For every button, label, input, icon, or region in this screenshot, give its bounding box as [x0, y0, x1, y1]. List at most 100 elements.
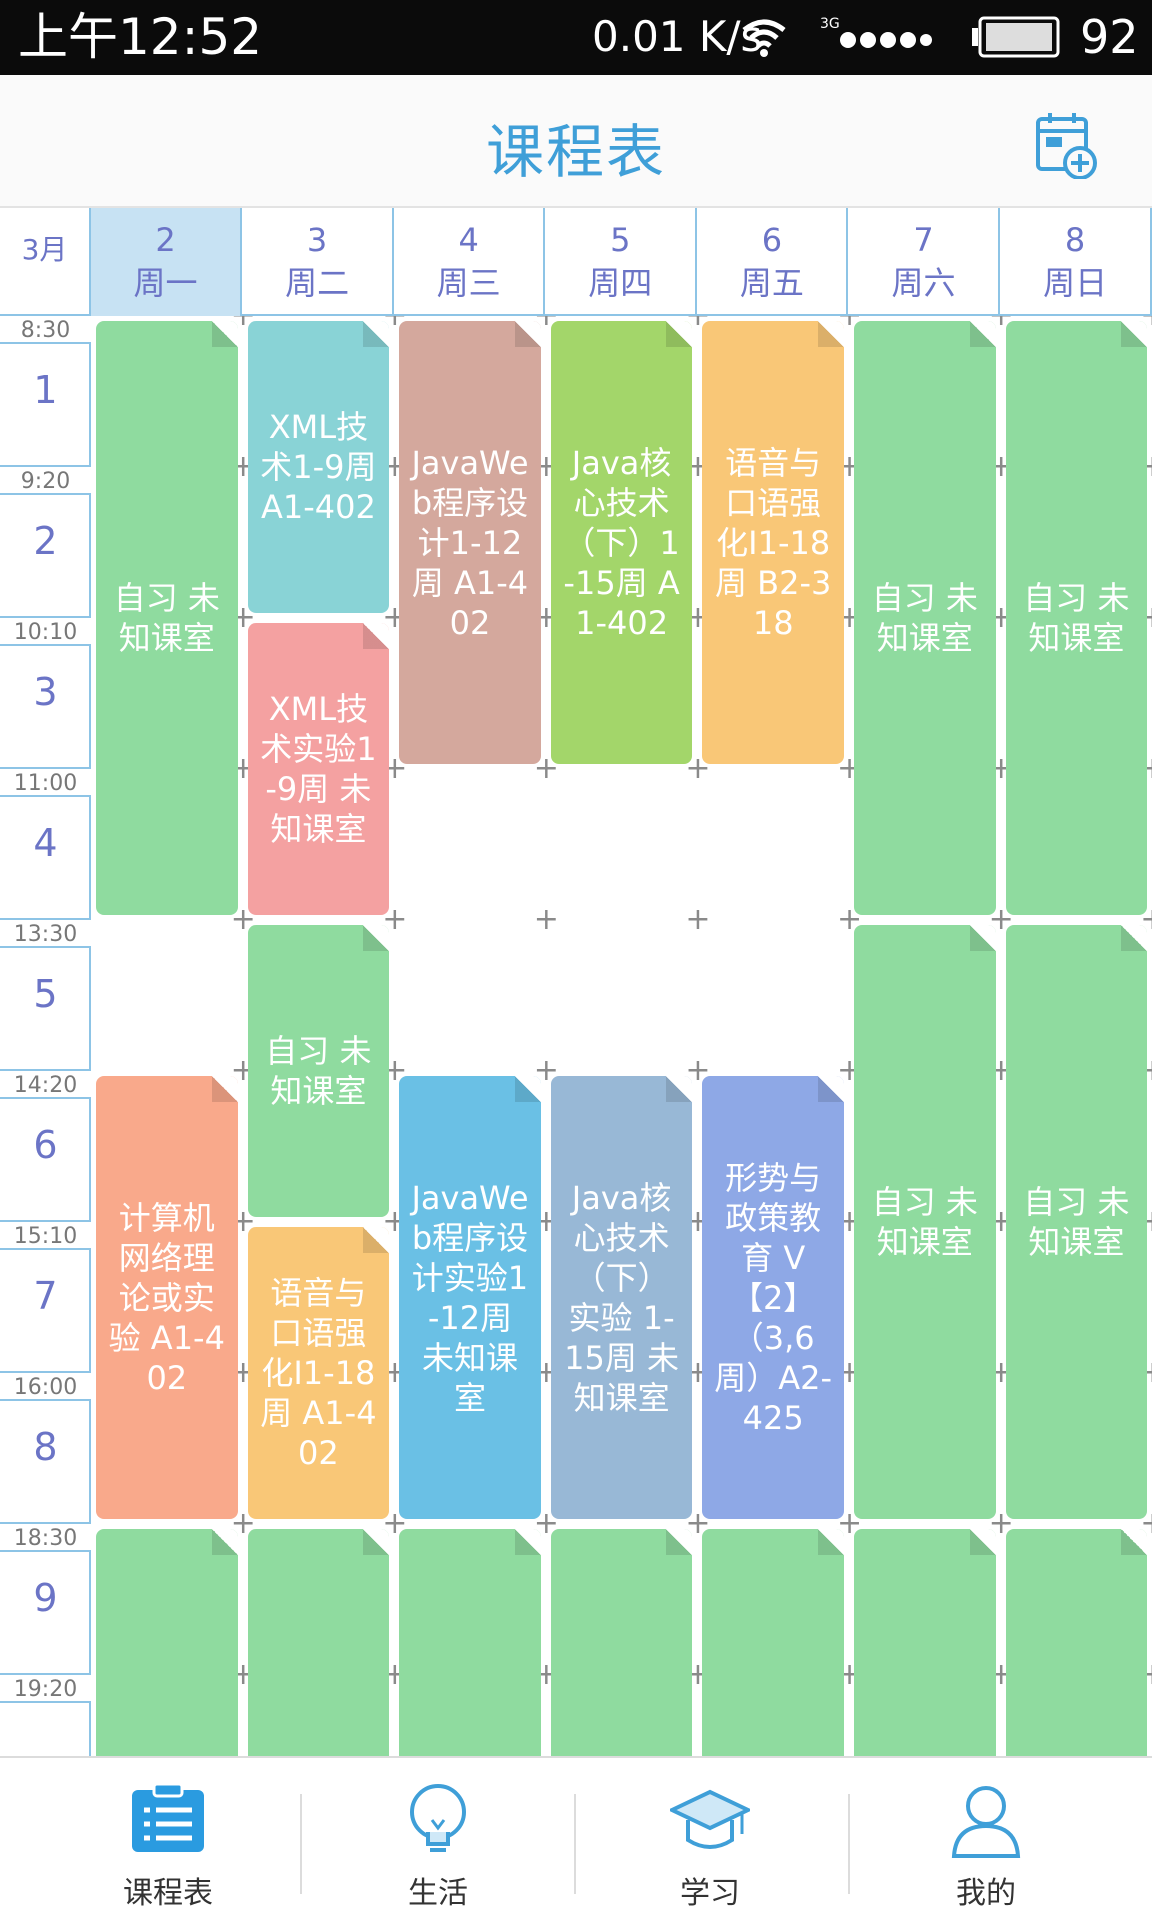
nav-label-me: 我的 [956, 1876, 1016, 1911]
course-card[interactable]: 自习 未 [550, 1529, 693, 1756]
day-weekday: 周日 [1043, 264, 1108, 302]
course-info: XML技术实验1-9周 未知课室 [260, 690, 377, 848]
wifi-icon [742, 19, 786, 57]
user-icon [951, 1786, 1021, 1858]
course-info: XML技术1-9周 A1-402 [260, 408, 377, 526]
nav-life[interactable]: 生活 [294, 1758, 582, 1920]
course-info: 自习 未知课室 [1023, 1183, 1130, 1261]
course-info: 自习 未知课室 [871, 579, 978, 657]
day-column-header: 7 周六 [849, 208, 1000, 316]
period-number: 6 [33, 1123, 58, 1167]
day-date: 8 [1064, 221, 1086, 259]
time-label: 18:30 [0, 1522, 91, 1552]
svg-text:3G: 3G [820, 16, 840, 32]
battery-icon [972, 16, 1060, 58]
time-label: 15:10 [0, 1220, 91, 1250]
time-label: 10:10 [0, 616, 91, 646]
graduation-cap-icon [670, 1789, 750, 1849]
nav-label-study: 学习 [680, 1876, 740, 1911]
day-weekday: 周一 [133, 264, 198, 302]
course-card[interactable]: JavaWeb程序设计1-12周 A1-402 [399, 321, 541, 764]
day-date: 7 [913, 221, 934, 259]
nav-me[interactable]: 我的 [842, 1758, 1130, 1920]
course-card[interactable]: 自习 未知课室 [854, 321, 996, 915]
schedule-icon [132, 1782, 204, 1852]
add-schedule-icon[interactable] [1034, 109, 1098, 179]
course-card[interactable]: 自习 未 [247, 1529, 390, 1756]
signal-icon: 3G [820, 16, 932, 48]
course-card[interactable]: XML技术实验1-9周 未知课室 [247, 623, 390, 915]
grid-add-marker: + [533, 902, 559, 937]
course-card[interactable]: 自习 未 [1005, 1529, 1148, 1756]
time-label: 11:00 [0, 767, 91, 797]
grid-add-marker: + [685, 902, 711, 937]
nav-label-schedule: 课程表 [123, 1876, 213, 1911]
day-column-header: 2 周一 [91, 208, 242, 316]
day-column-header: 3 周二 [243, 208, 394, 316]
day-column-header: 6 周五 [697, 208, 849, 316]
schedule-grid: + + + + + + + + + + + + + + + + + + + + + + + + + + + + + + + + + + + + + + + +… [91, 316, 1152, 1756]
course-card[interactable]: XML技术1-9周 A1-402 [247, 321, 390, 613]
course-card[interactable]: 自习 未 [399, 1529, 541, 1756]
course-info: 自习 未知课室 [265, 1032, 372, 1110]
nav-schedule[interactable]: 课程表 [24, 1758, 312, 1920]
course-card[interactable]: 形势与政策教育 V 【2】（3,6周）A2-425 [702, 1076, 844, 1519]
day-column-header: 8 周日 [1001, 208, 1152, 316]
status-time: 上午12:52 [18, 8, 263, 66]
course-card[interactable]: 语音与口语强化I1-18周 A1-402 [247, 1227, 390, 1519]
period-number: 4 [33, 821, 58, 865]
nav-study[interactable]: 学习 [566, 1758, 854, 1920]
course-card[interactable]: 自习 未知课室 [854, 925, 996, 1519]
course-info: Java核心技术（下）实验 1-15周 未知课室 [564, 1178, 680, 1417]
course-card[interactable]: 语音与口语强化I1-18周 B2-318 [702, 321, 844, 764]
period-number: 7 [33, 1274, 58, 1318]
day-weekday: 周四 [588, 264, 653, 302]
nav-label-life: 生活 [408, 1876, 468, 1911]
course-info: 自习 未知课室 [113, 579, 220, 657]
course-card[interactable]: 自习 未 [96, 1529, 238, 1756]
period-number: 2 [33, 519, 58, 563]
course-card[interactable]: 自习 未 [702, 1529, 844, 1756]
course-card[interactable]: 计算机网络理论或实验 A1-402 [96, 1076, 238, 1519]
period-number: 8 [33, 1425, 58, 1469]
period-number: 5 [33, 972, 58, 1016]
course-card[interactable]: 自习 未知课室 [247, 925, 390, 1217]
course-card[interactable]: Java核心技术（下）实验 1-15周 未知课室 [550, 1076, 693, 1519]
course-info: 形势与政策教育 V 【2】（3,6周）A2-425 [714, 1158, 833, 1437]
day-weekday: 周三 [436, 264, 501, 302]
course-info: 语音与口语强化I1-18周 A1-402 [260, 1274, 377, 1472]
day-column-header: 4 周三 [394, 208, 546, 316]
day-date: 5 [610, 221, 631, 259]
lightbulb-icon [410, 1784, 466, 1852]
bottom-navigation: 课程表 生活 学习 我的 [0, 1756, 1152, 1920]
day-date: 4 [458, 221, 479, 259]
course-info: 计算机网络理论或实验 A1-402 [108, 1198, 225, 1397]
day-weekday: 周五 [739, 264, 804, 302]
course-info: JavaWeb程序设计1-12周 A1-402 [411, 443, 529, 642]
course-card[interactable]: 自习 未 [854, 1529, 996, 1756]
course-info: 语音与口语强化I1-18周 B2-318 [714, 443, 832, 642]
course-card[interactable]: JavaWeb程序设计实验1-12周 未知课室 [399, 1076, 541, 1519]
app-header: 课程表 [0, 75, 1152, 208]
month-label: 3月 [0, 208, 91, 316]
course-card[interactable]: 自习 未知课室 [1005, 321, 1148, 915]
network-speed: 0.01 K/s [592, 12, 763, 61]
day-date: 6 [761, 221, 783, 259]
day-weekday: 周二 [285, 264, 350, 302]
day-column-header: 5 周四 [546, 208, 697, 316]
course-info: Java核心技术（下）1-15周 A1-402 [563, 443, 680, 642]
time-label: 13:30 [0, 918, 91, 948]
day-date: 2 [155, 221, 176, 259]
course-card[interactable]: 自习 未知课室 [1005, 925, 1148, 1519]
course-card[interactable]: 自习 未知课室 [96, 321, 238, 915]
period-number: 3 [33, 670, 58, 714]
time-label: 8:30 [0, 314, 91, 344]
page-title: 课程表 [485, 118, 666, 186]
battery-level: 92 [1080, 10, 1139, 64]
week-day-header: 3月 2 周一 3 周二 4 周三 5 周四 6 周五 7 周六 8 周日 [0, 208, 1152, 316]
course-info: 自习 未知课室 [1023, 579, 1130, 657]
course-info: JavaWeb程序设计实验1-12周 未知课室 [411, 1178, 529, 1417]
course-card[interactable]: Java核心技术（下）1-15周 A1-402 [550, 321, 693, 764]
day-date: 3 [306, 221, 328, 259]
status-bar: 上午12:52 0.01 K/s 3G 92 [0, 0, 1152, 75]
